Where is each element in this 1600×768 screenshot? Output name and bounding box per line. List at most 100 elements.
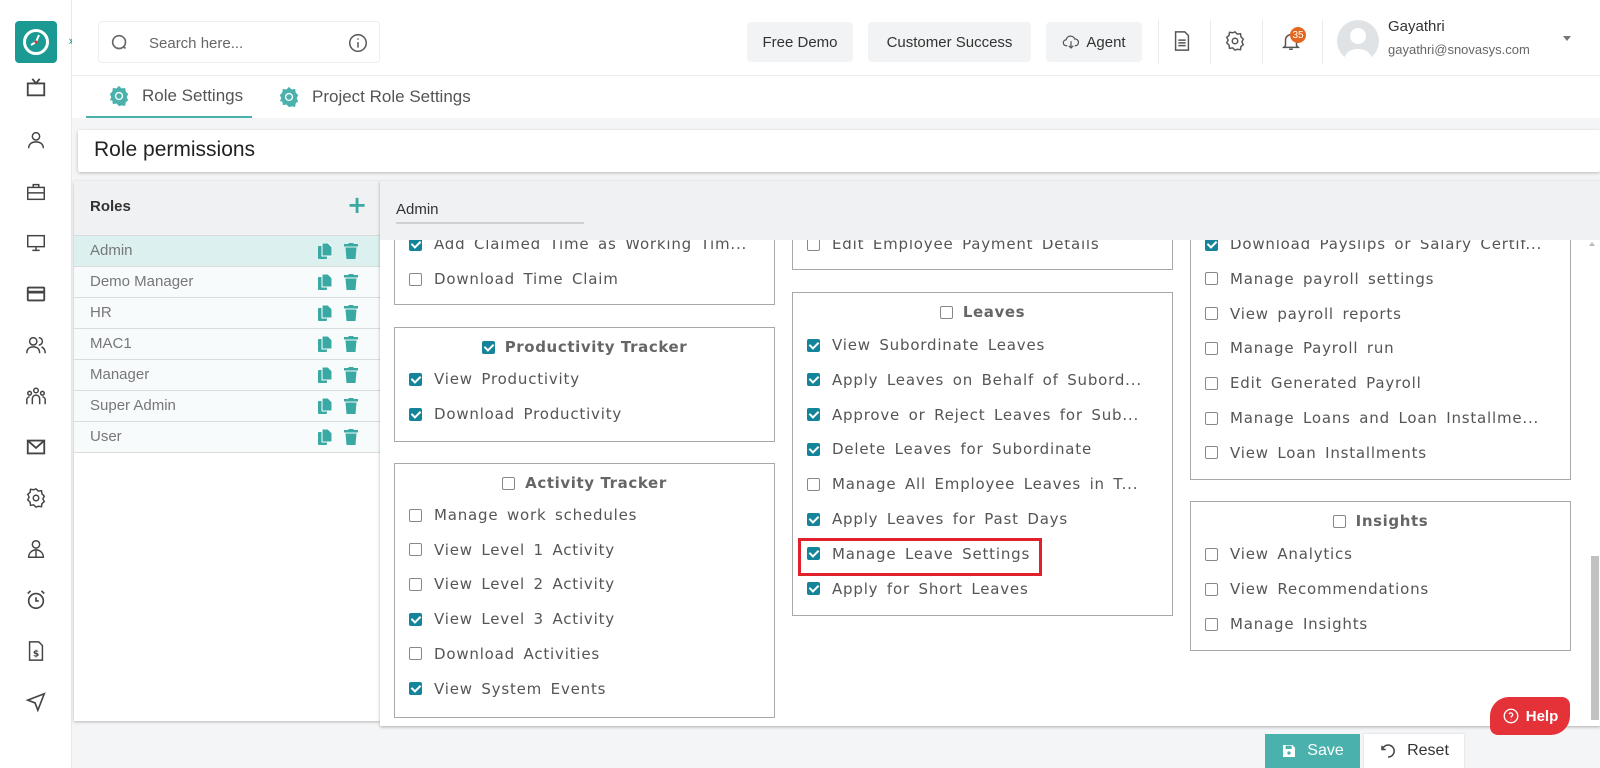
role-row[interactable]: MAC1 [74,329,380,360]
permission-checkbox[interactable] [1205,547,1218,561]
divider [1158,20,1159,64]
group-header: Activity Tracker [395,474,774,492]
copy-icon[interactable] [318,243,332,259]
agent-button[interactable]: Agent [1046,22,1142,62]
permission-label: Apply Leaves for Past Days [832,510,1068,528]
permission-checkbox[interactable] [807,512,820,526]
permission-group-productivity-tracker: Productivity Tracker View Productivity Dow… [394,327,775,442]
app-logo[interactable] [15,21,57,63]
permission-checkbox[interactable] [807,477,820,491]
permission-checkbox[interactable] [409,647,422,661]
permission-checkbox[interactable] [409,407,422,421]
team-icon[interactable] [24,384,48,408]
user-menu-caret-icon[interactable] [1563,36,1571,41]
page-title-card [78,130,1600,172]
mail-icon[interactable] [24,435,48,459]
add-role-button[interactable]: + [346,193,368,217]
user-icon[interactable] [24,128,48,152]
permission-checkbox[interactable] [409,577,422,591]
profile-icon[interactable] [24,537,48,561]
copy-icon[interactable] [318,305,332,321]
group-checkbox[interactable] [481,340,495,354]
permission-item: View Recommendations [1205,580,1429,598]
role-name: User [90,428,122,445]
free-demo-button[interactable]: Free Demo [747,22,853,62]
role-row[interactable]: Demo Manager [74,267,380,298]
trash-icon[interactable] [344,305,358,321]
trash-icon[interactable] [344,243,358,259]
copy-icon[interactable] [318,336,332,352]
permission-checkbox[interactable] [1205,446,1218,460]
help-button[interactable]: Help [1490,697,1570,735]
permission-checkbox[interactable] [1205,582,1218,596]
permission-checkbox[interactable] [807,373,820,387]
permission-checkbox[interactable] [1205,307,1218,321]
save-button[interactable]: Save [1265,734,1360,768]
permission-label: Manage payroll settings [1230,269,1435,288]
clock-logo-icon [23,29,49,55]
permission-checkbox[interactable] [807,442,820,456]
search-input[interactable] [149,30,339,56]
invoice-icon[interactable]: $ [24,639,48,663]
trash-icon[interactable] [344,274,358,290]
group-checkbox[interactable] [1332,514,1346,528]
permission-checkbox[interactable] [409,682,422,695]
settings-gear-icon[interactable] [1222,28,1248,54]
tab-project-role-settings[interactable]: Project Role Settings [256,76,486,118]
trash-icon[interactable] [344,367,358,383]
scrollbar-thumb[interactable] [1591,556,1599,720]
alarm-clock-icon[interactable] [24,588,48,612]
group-title: Leaves [962,303,1026,321]
permission-item: Download Productivity [409,405,622,423]
customer-success-button[interactable]: Customer Success [868,22,1031,62]
copy-icon[interactable] [318,274,332,290]
floppy-disk-icon [1283,745,1296,757]
tv-icon[interactable] [24,76,48,100]
scroll-up-arrow-icon[interactable] [1589,242,1595,246]
credit-card-icon[interactable] [24,282,48,306]
permission-checkbox[interactable] [807,408,820,422]
permission-checkbox[interactable] [1205,341,1218,355]
permission-checkbox[interactable] [409,272,422,286]
document-icon[interactable] [1169,28,1195,54]
trash-icon[interactable] [344,429,358,445]
copy-icon[interactable] [318,429,332,445]
permission-checkbox[interactable] [409,508,422,522]
permission-label: Download Activities [434,644,600,663]
permission-item: View Analytics [1205,545,1353,563]
reset-button[interactable]: Reset [1364,734,1464,768]
trash-icon[interactable] [344,336,358,352]
tab-role-settings[interactable]: Role Settings [86,76,252,118]
info-icon[interactable] [347,32,369,54]
permission-checkbox[interactable] [409,543,422,557]
permission-checkbox[interactable] [1205,272,1218,286]
group-checkbox[interactable] [939,305,953,319]
permission-checkbox[interactable] [807,582,820,596]
role-row[interactable]: Manager [74,360,380,391]
role-row[interactable]: Super Admin [74,391,380,422]
permission-checkbox[interactable] [807,338,820,352]
group-checkbox[interactable] [502,476,516,490]
monitor-icon[interactable] [24,231,48,255]
permission-checkbox[interactable] [1205,617,1218,631]
users-icon[interactable] [24,333,48,357]
permission-label: Apply for Short Leaves [832,579,1029,598]
divider [1322,20,1323,64]
permission-checkbox[interactable] [1205,411,1218,425]
briefcase-icon[interactable] [24,180,48,204]
copy-icon[interactable] [318,398,332,414]
copy-icon[interactable] [318,367,332,383]
avatar[interactable] [1337,20,1379,62]
trash-icon[interactable] [344,398,358,414]
send-icon[interactable] [24,690,48,714]
role-name-input[interactable] [396,196,584,224]
permission-label: View Subordinate Leaves [832,336,1046,354]
settings-icon[interactable] [24,486,48,510]
role-row[interactable]: User [74,422,380,453]
role-row[interactable]: Admin [74,236,380,267]
role-row[interactable]: HR [74,298,380,329]
permission-checkbox[interactable] [1205,376,1218,390]
permission-item: Approve or Reject Leaves for Sub... [807,406,1139,424]
permission-checkbox[interactable] [409,612,422,626]
permission-checkbox[interactable] [409,372,422,386]
